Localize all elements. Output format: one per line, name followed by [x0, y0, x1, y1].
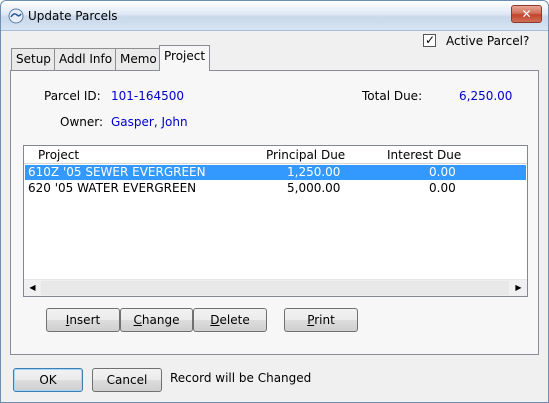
cell-project: 620 '05 WATER EVERGREEN	[28, 181, 197, 195]
ok-button[interactable]: OK	[13, 368, 83, 392]
column-header-interest-due[interactable]: Interest Due	[387, 148, 461, 162]
active-parcel-checkbox[interactable]: ✓	[423, 33, 436, 47]
print-label: rint	[314, 313, 335, 327]
checkmark-icon: ✓	[425, 33, 436, 47]
window-title: Update Parcels	[28, 9, 118, 23]
status-message: Record will be Changed	[170, 371, 312, 385]
delete-button[interactable]: Delete	[193, 308, 267, 332]
scroll-right-icon[interactable]: ▶	[510, 280, 527, 296]
cancel-label: Cancel	[106, 373, 148, 387]
scroll-left-icon[interactable]: ◀	[24, 280, 41, 296]
cell-interest: 0.00	[429, 181, 456, 195]
table-row[interactable]: 610Z '05 SEWER EVERGREEN 1,250.00 0.00	[25, 165, 526, 180]
change-button[interactable]: Change	[120, 308, 193, 332]
cell-principal: 5,000.00	[287, 181, 341, 195]
tab-setup-label: Setup	[16, 52, 51, 66]
owner-label: Owner:	[60, 115, 104, 129]
delete-accel: D	[210, 313, 220, 327]
cancel-button[interactable]: Cancel	[92, 368, 162, 392]
cell-principal: 1,250.00	[287, 165, 341, 179]
ok-label: OK	[39, 373, 57, 387]
active-parcel-label: Active Parcel?	[446, 34, 530, 48]
print-button[interactable]: Print	[284, 308, 358, 332]
total-due-value: 6,250.00	[459, 89, 513, 103]
parcel-id-value: 101-164500	[111, 89, 185, 103]
cell-interest: 0.00	[429, 165, 456, 179]
project-list[interactable]: Project Principal Due Interest Due 610Z …	[23, 145, 528, 297]
update-parcels-window: Update Parcels ✕ ✓ Active Parcel? Setup …	[0, 0, 549, 403]
total-due-label: Total Due:	[362, 89, 423, 103]
table-row[interactable]: 620 '05 WATER EVERGREEN 5,000.00 0.00	[25, 181, 526, 196]
close-icon: ✕	[521, 7, 532, 21]
column-header-principal-due[interactable]: Principal Due	[266, 148, 345, 162]
parcel-id-label: Parcel ID:	[44, 89, 101, 103]
change-accel: C	[133, 313, 142, 327]
owner-value: Gasper, John	[111, 115, 188, 129]
title-bar[interactable]: Update Parcels ✕	[1, 1, 548, 31]
change-label: hange	[141, 313, 180, 327]
tab-memo-label: Memo	[120, 52, 157, 66]
cell-project: 610Z '05 SEWER EVERGREEN	[28, 165, 206, 179]
insert-label: nsert	[69, 313, 101, 327]
tab-memo[interactable]: Memo	[115, 48, 162, 70]
insert-button[interactable]: Insert	[46, 308, 120, 332]
app-icon	[8, 8, 24, 24]
delete-label: elete	[219, 313, 250, 327]
tab-project-label: Project	[164, 49, 206, 63]
tab-addl-info[interactable]: Addl Info	[54, 48, 118, 70]
column-header-project[interactable]: Project	[38, 148, 79, 162]
scroll-thumb[interactable]	[41, 281, 509, 295]
tab-setup[interactable]: Setup	[11, 48, 56, 70]
tab-project[interactable]: Project	[159, 45, 211, 71]
list-header: Project Principal Due Interest Due	[24, 146, 527, 164]
horizontal-scrollbar[interactable]: ◀ ▶	[24, 279, 527, 296]
close-button[interactable]: ✕	[511, 5, 542, 23]
tab-addl-info-label: Addl Info	[59, 52, 113, 66]
